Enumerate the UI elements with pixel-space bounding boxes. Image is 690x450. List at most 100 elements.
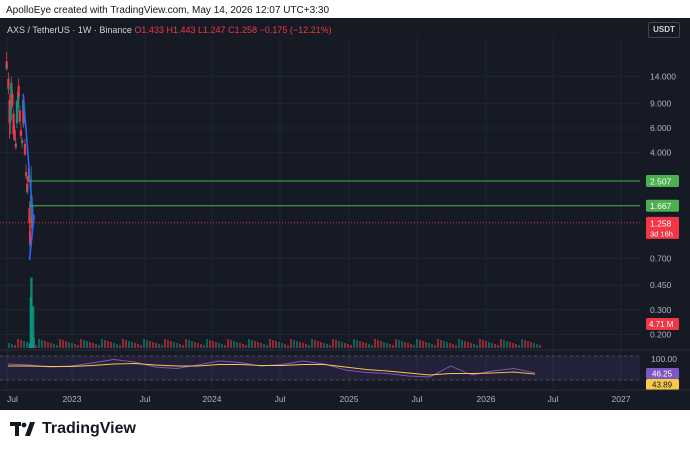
rsi-ma-value-text: 43.89	[652, 381, 673, 390]
volume-bar	[68, 342, 70, 348]
price-axis-tick: 0.700	[650, 253, 672, 263]
volume-bar	[407, 343, 409, 348]
price-axis-tick: 0.450	[650, 280, 672, 290]
candle-body	[14, 144, 17, 146]
volume-bar	[290, 339, 292, 348]
volume-bar	[266, 345, 268, 348]
volume-bar	[50, 343, 52, 348]
volume-bar	[62, 340, 64, 348]
volume-bar	[170, 341, 172, 348]
volume-bar	[89, 342, 91, 348]
volume-bar	[131, 342, 133, 348]
volume-bar	[26, 342, 28, 348]
volume-bar	[401, 341, 403, 348]
tradingview-logo-icon	[10, 422, 35, 436]
volume-bar	[314, 340, 316, 348]
volume-bar	[125, 340, 127, 348]
volume-bar	[461, 340, 463, 348]
volume-bar	[35, 345, 37, 348]
volume-bar	[338, 341, 340, 348]
volume-bar	[503, 340, 505, 348]
volume-bar	[110, 342, 112, 348]
descending-trendline	[22, 93, 35, 225]
price-axis-tick: 6.000	[650, 123, 672, 133]
volume-bar	[188, 340, 190, 348]
price-axis-tick: 4.000	[650, 148, 672, 158]
volume-bar	[428, 343, 430, 348]
volume-bar	[452, 344, 454, 348]
symbol-name[interactable]: AXS / TetherUS · 1W · Binance	[7, 25, 132, 35]
volume-bar	[509, 342, 511, 348]
volume-bar	[317, 341, 319, 348]
volume-bar	[245, 345, 247, 348]
volume-bar	[398, 340, 400, 348]
volume-bar	[221, 344, 223, 348]
chart-canvas[interactable]: 14.000 9.000 6.000 4.000 0.700 0.450 0.300 0.20…	[0, 18, 690, 410]
ohlc-change: −0.175 (−12.21%)	[259, 25, 332, 35]
symbol-info-bar[interactable]: AXS / TetherUS · 1W · Binance O1.433 H1.…	[7, 25, 332, 35]
volume-bar	[473, 344, 475, 348]
volume-bar	[359, 341, 361, 348]
volume-bar	[302, 343, 304, 348]
volume-bar	[215, 342, 217, 348]
time-axis-label: Jul	[7, 394, 18, 404]
candle-body	[11, 94, 14, 104]
volume-bar	[185, 339, 187, 348]
candle-body	[5, 61, 8, 67]
volume-bar	[467, 342, 469, 348]
volume-bar	[230, 340, 232, 348]
volume-bar	[98, 345, 100, 348]
candle-body	[13, 130, 16, 138]
price-label-text: 2.507	[650, 176, 672, 186]
volume-bar	[362, 342, 364, 348]
volume-bar	[380, 341, 382, 348]
volume-bar	[14, 345, 16, 348]
volume-bar	[236, 342, 238, 348]
volume-bar	[77, 345, 79, 348]
volume-bar	[239, 343, 241, 348]
candle-body	[19, 130, 23, 135]
volume-bar	[248, 339, 250, 348]
volume-bar	[446, 342, 448, 348]
volume-bar	[113, 343, 115, 348]
volume-bar	[416, 339, 418, 348]
chart-area[interactable]: 14.000 9.000 6.000 4.000 0.700 0.450 0.300 0.20…	[0, 18, 690, 410]
ohlc-close: C1.258	[228, 25, 258, 35]
volume-bar	[458, 339, 460, 348]
volume-bar	[176, 343, 178, 348]
volume-bar	[368, 344, 370, 348]
volume-bar	[47, 342, 49, 348]
price-label-text: 1.258	[650, 218, 672, 228]
time-axis-label: 2025	[340, 394, 359, 404]
volume-bar	[203, 345, 205, 348]
volume-bar	[395, 339, 397, 348]
volume-bar	[335, 340, 337, 348]
volume-bar	[281, 343, 283, 348]
volume-bar	[71, 343, 73, 348]
volume-bar	[305, 344, 307, 348]
volume-bar	[191, 341, 193, 348]
volume-bar	[80, 339, 82, 348]
volume-bar	[179, 344, 181, 348]
volume-bar	[107, 341, 109, 348]
volume-bar	[326, 344, 328, 348]
volume-bar	[140, 345, 142, 348]
volume-bar	[224, 345, 226, 348]
volume-bar	[164, 339, 166, 348]
volume-bar	[101, 339, 103, 348]
volume-bar	[536, 344, 538, 348]
tradingview-logo[interactable]: TradingView	[10, 420, 136, 438]
volume-bar	[269, 339, 271, 348]
volume-bar	[482, 340, 484, 348]
time-axis-label: 2023	[63, 394, 82, 404]
volume-bar	[56, 345, 58, 348]
volume-bar	[287, 345, 289, 348]
volume-bar	[512, 343, 514, 348]
volume-bar	[260, 343, 262, 348]
time-axis-label: 2024	[203, 394, 222, 404]
volume-bar	[32, 337, 35, 348]
volume-bar	[494, 344, 496, 348]
candle-body	[9, 106, 12, 121]
volume-bar	[233, 341, 235, 348]
currency-button[interactable]: USDT	[648, 22, 680, 38]
